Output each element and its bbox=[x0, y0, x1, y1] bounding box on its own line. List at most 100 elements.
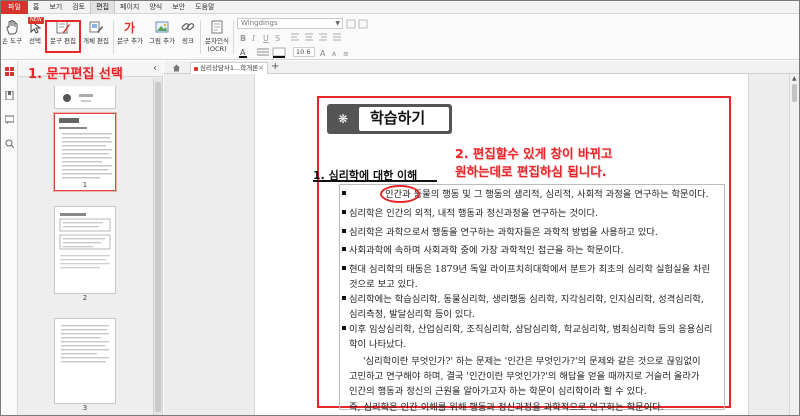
search-icon[interactable] bbox=[5, 139, 14, 148]
menu-view[interactable]: 보기 bbox=[44, 1, 67, 14]
new-tab-button[interactable]: + bbox=[271, 61, 279, 73]
menu-page[interactable]: 페이지 bbox=[115, 1, 144, 14]
body-line-5[interactable]: 현대 심리학의 태동은 1879년 독일 라이프치히대학에서 분트가 최초의 심… bbox=[349, 261, 710, 275]
menu-form[interactable]: 양식 bbox=[144, 1, 167, 14]
body-line-6[interactable]: 것으로 보고 있다. bbox=[349, 276, 418, 290]
font-family-select[interactable]: Wingdings ▼ bbox=[237, 18, 343, 29]
document-scrollbar[interactable]: ▲ bbox=[789, 74, 799, 415]
menu-help[interactable]: 도움말 bbox=[190, 1, 219, 14]
link-button[interactable]: 링크 bbox=[179, 16, 197, 58]
pdf-file-icon bbox=[194, 67, 198, 71]
menu-review[interactable]: 검토 bbox=[67, 1, 90, 14]
body-line-9[interactable]: 이후 임상심리학, 산업심리학, 조직심리학, 상담심리학, 학교심리학, 범죄… bbox=[349, 321, 712, 335]
link-icon bbox=[181, 23, 195, 31]
collapse-panel-icon[interactable]: ‹ bbox=[153, 63, 157, 74]
body-line-7[interactable]: 심리학에는 학습심리학, 동물심리학, 생리행동 심리학, 지각심리학, 인지심… bbox=[349, 291, 704, 305]
ocr-label: 문자인식 (OCR) bbox=[205, 37, 229, 53]
menu-edit[interactable]: 편집 bbox=[90, 1, 116, 14]
body-line-4[interactable]: 사회과학에 속하며 사회과학 중에 가장 과학적인 접근을 하는 학문이다. bbox=[349, 242, 624, 256]
body-line-14[interactable]: 즉, 심리학은 인간 이해를 위해 행동과 정신과정을 과학적으로 연구하는 학… bbox=[349, 399, 664, 413]
svg-text:I: I bbox=[251, 34, 256, 43]
body-line-11[interactable]: '심리학이란 무엇인가?' 하는 문제는 '인간은 무엇인가?'의 문제와 같은… bbox=[363, 353, 701, 367]
page-title: 학습하기 bbox=[370, 109, 426, 127]
svg-text:가: 가 bbox=[124, 20, 135, 35]
left-rail bbox=[1, 61, 18, 415]
bullet bbox=[342, 229, 346, 233]
body-line-3[interactable]: 심리학은 과학으로서 행동을 연구하는 과학자들은 과학적 방법을 사용하고 있… bbox=[349, 224, 658, 238]
font-option-icons bbox=[346, 19, 368, 29]
svg-text:A: A bbox=[240, 48, 246, 57]
body-line-1[interactable]: 인간과 동물의 행동 및 그 행동의 생리적, 심리적, 사회적 과정을 연구하… bbox=[385, 186, 709, 200]
annotation-step2-line1: 2. 편집할수 있게 창이 바뀌고 bbox=[455, 146, 613, 161]
thumbnail-panel: ‹ 1. 문구편집 선택 1 2 3 bbox=[18, 61, 163, 415]
body-line-2[interactable]: 심리학은 인간의 외적, 내적 행동과 정신과정을 연구하는 것이다. bbox=[349, 205, 598, 219]
highlight-ellipse bbox=[380, 185, 420, 203]
svg-text:B: B bbox=[240, 34, 246, 43]
section-banner: ❋ 학습하기 bbox=[327, 104, 452, 134]
body-line-12[interactable]: 고민하고 연구해야 하며, 결국 '인간이란 무엇인가?'의 해답을 얻을 때까… bbox=[349, 368, 700, 382]
document-scrollbar-thumb[interactable] bbox=[792, 84, 797, 102]
scroll-up-icon[interactable]: ▲ bbox=[792, 75, 797, 82]
annotation-step1: 1. 문구편집 선택 bbox=[28, 67, 123, 82]
page-number-1: 1 bbox=[82, 181, 88, 189]
thumbnail-scrollbar[interactable] bbox=[153, 78, 162, 415]
chevron-down-icon: ▼ bbox=[335, 20, 340, 27]
ocr-button[interactable]: 문자인식 (OCR) bbox=[203, 16, 231, 58]
add-image-button[interactable]: 그림 추가 bbox=[147, 16, 177, 58]
edit-text-highlight-box bbox=[45, 20, 81, 53]
body-line-8[interactable]: 심리측정, 발달심리학 등이 있다. bbox=[349, 306, 475, 320]
bullet bbox=[342, 266, 346, 270]
ribbon-separator bbox=[233, 20, 234, 54]
edit-object-label: 개체 편집 bbox=[83, 37, 109, 45]
page-thumbnail-1-top[interactable] bbox=[54, 86, 116, 109]
svg-text:S: S bbox=[275, 34, 280, 43]
section-underline bbox=[313, 180, 437, 182]
thumb-content bbox=[61, 325, 109, 363]
text-color-icons[interactable]: A bbox=[239, 47, 291, 58]
comment-icon[interactable] bbox=[5, 115, 14, 124]
svg-text:≡: ≡ bbox=[343, 50, 349, 58]
page-number-2: 2 bbox=[82, 294, 88, 302]
ribbon-separator bbox=[113, 20, 114, 54]
size-adjust-icons[interactable]: A A ≡ bbox=[319, 48, 364, 58]
thumbnails-icon[interactable] bbox=[5, 67, 14, 76]
svg-text:A: A bbox=[320, 49, 326, 58]
home-icon[interactable] bbox=[172, 63, 181, 72]
menu-security[interactable]: 보안 bbox=[167, 1, 190, 14]
add-text-icon: 가 bbox=[124, 20, 135, 35]
menu-file[interactable]: 파일 bbox=[1, 1, 28, 14]
new-badge: NEW bbox=[28, 17, 44, 24]
hand-tool-label: 손 도구 bbox=[1, 37, 22, 45]
document-tab-title: 심리상담사1...학개론 bbox=[200, 64, 259, 72]
svg-text:U: U bbox=[263, 34, 269, 43]
bullet bbox=[342, 326, 346, 330]
add-text-label: 문구 추가 bbox=[117, 37, 143, 45]
page-thumbnail-2[interactable] bbox=[54, 206, 116, 294]
hand-icon bbox=[6, 20, 18, 35]
page-thumbnail-3[interactable] bbox=[54, 318, 116, 404]
annotation-step2-line2: 원하는데로 편집하심 됩니다. bbox=[455, 164, 607, 179]
page-thumbnail-1[interactable] bbox=[53, 112, 117, 192]
text-style-icons[interactable]: B I U S bbox=[239, 32, 364, 44]
document-tab-bar: 심리상담사1...학개론 × + bbox=[164, 61, 799, 74]
asterisk-icon: ❋ bbox=[337, 112, 349, 126]
bookmark-icon[interactable] bbox=[5, 91, 14, 100]
menu-home[interactable]: 홈 bbox=[28, 1, 44, 14]
thumbnail-scrollbar-thumb[interactable] bbox=[155, 82, 161, 412]
ocr-icon bbox=[211, 20, 223, 34]
body-line-13[interactable]: 인간의 행동과 정신의 근원을 알아가고자 하는 학문이 심리학이라 할 수 있… bbox=[349, 383, 647, 397]
close-icon[interactable]: × bbox=[258, 63, 264, 74]
ribbon-separator bbox=[200, 20, 201, 54]
add-image-label: 그림 추가 bbox=[149, 37, 175, 45]
font-size-input[interactable]: 10.6 bbox=[293, 47, 315, 57]
menu-bar: 파일 홈 보기 검토 편집 페이지 양식 보안 도움말 bbox=[1, 1, 799, 14]
document-tab[interactable]: 심리상담사1...학개론 × bbox=[190, 62, 268, 74]
edit-object-button[interactable]: 개체 편집 bbox=[81, 16, 111, 58]
hand-tool-button[interactable]: 손 도구 bbox=[1, 16, 23, 58]
body-line-10[interactable]: 학이 나타났다. bbox=[349, 336, 406, 350]
select-tool-label: 선택 bbox=[29, 37, 41, 45]
svg-text:A: A bbox=[332, 51, 337, 58]
bullet bbox=[342, 210, 346, 214]
edit-object-icon bbox=[89, 21, 103, 33]
add-text-button[interactable]: 가 문구 추가 bbox=[115, 16, 145, 58]
